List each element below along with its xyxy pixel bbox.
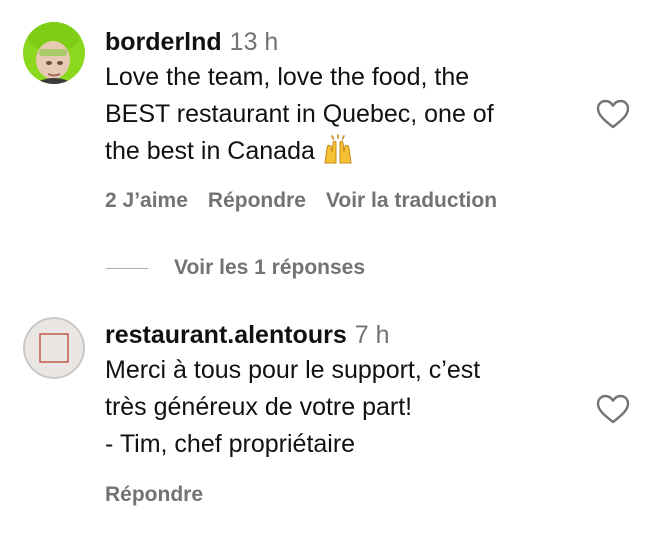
comment-actions: Répondre [105, 482, 223, 508]
reply-button[interactable]: Répondre [208, 189, 306, 212]
username[interactable]: restaurant.alentours [105, 321, 347, 349]
timestamp: 7 h [354, 321, 390, 349]
comment-body: Love the team, love the food, the BEST r… [105, 63, 494, 165]
avatar[interactable] [23, 22, 85, 84]
view-replies-button[interactable]: Voir les 1 réponses [106, 254, 365, 282]
comment-header: restaurant.alentours 7 h [105, 320, 390, 350]
heart-outline-icon[interactable] [596, 99, 630, 129]
replies-divider [106, 267, 148, 269]
raising-hands-emoji-icon [324, 134, 352, 164]
likes-count[interactable]: 2 J’aime [105, 189, 188, 212]
comment-body: Merci à tous pour le support, c’est très… [105, 356, 481, 458]
heart-outline-icon[interactable] [596, 394, 630, 424]
comment-text: Merci à tous pour le support, c’est très… [105, 352, 575, 463]
timestamp: 13 h [229, 28, 279, 56]
comment-header: borderlnd 13 h [105, 27, 278, 57]
username[interactable]: borderlnd [105, 28, 222, 56]
translate-button[interactable]: Voir la traduction [326, 189, 497, 212]
comment-actions: 2 J’aime Répondre Voir la traduction [105, 188, 517, 214]
view-replies-label: Voir les 1 réponses [174, 256, 366, 279]
reply-button[interactable]: Répondre [105, 483, 203, 506]
comment-text: Love the team, love the food, the BEST r… [105, 59, 575, 170]
avatar[interactable] [23, 317, 85, 379]
